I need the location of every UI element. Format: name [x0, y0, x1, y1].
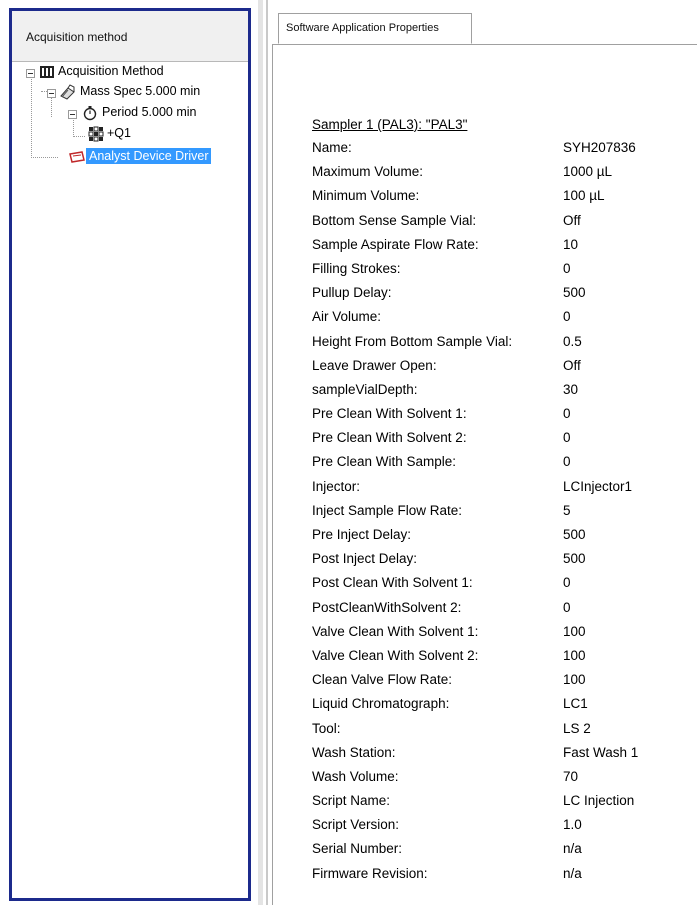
- pane-divider: [266, 0, 268, 905]
- method-book-icon: [39, 64, 55, 80]
- property-value: 70: [563, 768, 579, 784]
- tree-item-label: Analyst Device Driver: [86, 148, 212, 164]
- property-name: Maximum Volume:: [312, 164, 424, 180]
- property-value: n/a: [563, 841, 582, 857]
- property-name: Leave Drawer Open:: [312, 357, 437, 373]
- property-value: 100: [563, 623, 586, 639]
- property-name: Script Name:: [312, 793, 391, 809]
- property-name: Liquid Chromatograph:: [312, 696, 450, 712]
- property-value: 0: [563, 260, 571, 276]
- tab-strip: Software Application Properties: [272, 10, 697, 45]
- property-value: LS 2: [563, 720, 591, 736]
- property-value: 0: [563, 430, 571, 446]
- property-value: 100 µL: [563, 188, 605, 204]
- property-name: Pre Clean With Solvent 2:: [312, 430, 467, 446]
- tree-item-mass-spec[interactable]: Mass Spec 5.000 min: [12, 82, 248, 102]
- property-name: Wash Station:: [312, 744, 396, 760]
- property-name: Inject Sample Flow Rate:: [312, 502, 463, 518]
- tree-item-analyst-device-driver[interactable]: Analyst Device Driver: [12, 147, 248, 167]
- collapse-toggle[interactable]: [47, 89, 56, 98]
- pane-splitter[interactable]: [258, 0, 263, 905]
- stopwatch-icon: [82, 105, 98, 121]
- property-name: Serial Number:: [312, 841, 403, 857]
- property-value: 100: [563, 672, 586, 688]
- pane-header: Acquisition method: [12, 11, 248, 62]
- property-value: 1.0: [563, 817, 582, 833]
- tree-item-acquisition-method[interactable]: Acquisition Method: [12, 62, 248, 82]
- tree-item-label: Mass Spec 5.000 min: [80, 84, 201, 98]
- collapse-toggle[interactable]: [68, 110, 77, 119]
- collapse-toggle[interactable]: [26, 69, 35, 78]
- tree-item-label: Acquisition Method: [58, 64, 164, 78]
- property-name: Tool:: [312, 720, 341, 736]
- property-name: Pre Clean With Sample:: [312, 454, 457, 470]
- property-name: Pre Inject Delay:: [312, 527, 412, 542]
- property-name: Filling Strokes:: [312, 260, 401, 276]
- property-value: 0: [563, 575, 571, 591]
- pane-header-title: Acquisition method: [26, 30, 128, 44]
- property-name: Valve Clean With Solvent 1:: [312, 623, 479, 639]
- property-value: 0: [563, 599, 571, 615]
- property-name: Sample Aspirate Flow Rate:: [312, 236, 479, 252]
- property-value: LC1: [563, 696, 588, 712]
- property-name: Script Version:: [312, 817, 400, 833]
- property-value: 30: [563, 381, 579, 397]
- tree-item-label: Period 5.000 min: [102, 105, 197, 119]
- property-value: 500: [563, 285, 586, 301]
- property-name: Minimum Volume:: [312, 188, 420, 204]
- property-name: Valve Clean With Solvent 2:: [312, 647, 479, 663]
- property-value: LCInjector1: [563, 478, 633, 494]
- property-name: sampleVialDepth:: [312, 381, 418, 397]
- property-name: Pre Clean With Solvent 1:: [312, 406, 467, 422]
- property-name: PostCleanWithSolvent 2:: [312, 599, 462, 615]
- tree-item-period[interactable]: Period 5.000 min: [12, 103, 248, 123]
- property-name: Post Inject Delay:: [312, 551, 418, 567]
- property-name: Name:: [312, 140, 352, 155]
- property-value: 5: [563, 502, 571, 518]
- property-name: Air Volume:: [312, 309, 382, 325]
- device-driver-icon: [68, 149, 85, 165]
- property-value: SYH207836: [563, 140, 636, 155]
- tab-label: Software Application Properties: [286, 22, 439, 34]
- property-name: Height From Bottom Sample Vial:: [312, 333, 513, 349]
- property-value: Fast Wash 1: [563, 744, 639, 760]
- tab-software-application-properties[interactable]: Software Application Properties: [278, 13, 472, 44]
- property-name: Bottom Sense Sample Vial:: [312, 212, 477, 228]
- property-value: 0: [563, 454, 571, 470]
- property-name: Clean Valve Flow Rate:: [312, 672, 453, 688]
- property-value: 0.5: [563, 333, 582, 349]
- property-value: 500: [563, 527, 586, 542]
- property-name: Pullup Delay:: [312, 285, 392, 301]
- property-value: 0: [563, 406, 571, 422]
- scan-grid-icon: [88, 126, 104, 142]
- property-value: 1000 µL: [563, 164, 613, 180]
- property-name: Injector:: [312, 478, 361, 494]
- property-value: 10: [563, 236, 579, 252]
- tree-item-label: +Q1: [107, 126, 131, 140]
- property-value: Off: [563, 212, 581, 228]
- mass-spec-icon: [59, 84, 75, 100]
- property-name: Post Clean With Solvent 1:: [312, 575, 473, 591]
- property-value: 500: [563, 551, 586, 567]
- property-value: Off: [563, 357, 581, 373]
- property-value: n/a: [563, 865, 582, 881]
- tree-item-q1[interactable]: +Q1: [12, 124, 248, 144]
- property-name: Firmware Revision:: [312, 865, 428, 881]
- acquisition-method-pane: Acquisition method Acquisition Method Ma…: [9, 8, 251, 901]
- property-value: LC Injection: [563, 793, 635, 809]
- property-value: 100: [563, 647, 586, 663]
- properties-pane: Software Application Properties Sampler …: [272, 10, 697, 905]
- property-value: 0: [563, 309, 571, 325]
- property-name: Wash Volume:: [312, 768, 399, 784]
- section-title: Sampler 1 (PAL3): "PAL3": [312, 117, 468, 132]
